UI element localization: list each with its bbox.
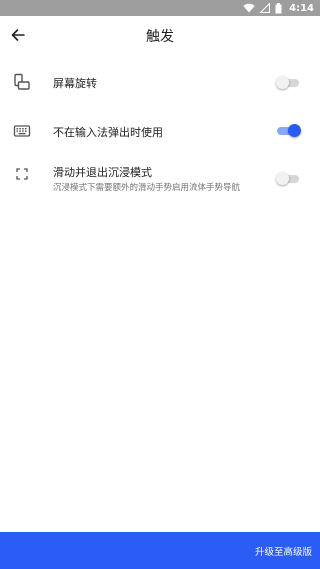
screen-rotation-icon	[13, 73, 31, 91]
setting-label: 屏幕旋转	[53, 77, 97, 90]
setting-label: 滑动并退出沉浸模式	[53, 166, 152, 179]
upgrade-button[interactable]: 升级至高级版	[0, 532, 320, 569]
status-time: 4:14	[289, 2, 314, 14]
switch-thumb	[276, 172, 289, 185]
setting-row-immersive[interactable]: 滑动并退出沉浸模式 沉浸模式下需要额外的滑动手势启用流体手势导航	[0, 160, 320, 200]
immersive-switch[interactable]	[276, 171, 302, 187]
status-bar: 4:14	[0, 0, 320, 16]
setting-description: 沉浸模式下需要额外的滑动手势启用流体手势导航	[53, 183, 241, 193]
setting-row-screen-rotation[interactable]: 屏幕旋转	[0, 70, 320, 96]
setting-row-keyboard[interactable]: 不在输入法弹出时使用	[0, 118, 320, 144]
screen-rotation-switch[interactable]	[276, 75, 302, 91]
keyboard-icon	[13, 122, 31, 140]
switch-thumb	[276, 76, 289, 89]
app-bar: 触发	[0, 16, 320, 54]
keyboard-switch[interactable]	[276, 123, 302, 139]
battery-icon	[275, 2, 282, 14]
switch-thumb	[288, 124, 301, 137]
page-title: 触发	[146, 29, 174, 45]
signal-icon	[260, 3, 271, 13]
status-icons: 4:14	[243, 1, 314, 15]
upgrade-label: 升级至高级版	[254, 547, 312, 558]
fullscreen-icon	[13, 165, 31, 183]
wifi-icon	[243, 3, 255, 13]
setting-label: 不在输入法弹出时使用	[53, 126, 163, 139]
